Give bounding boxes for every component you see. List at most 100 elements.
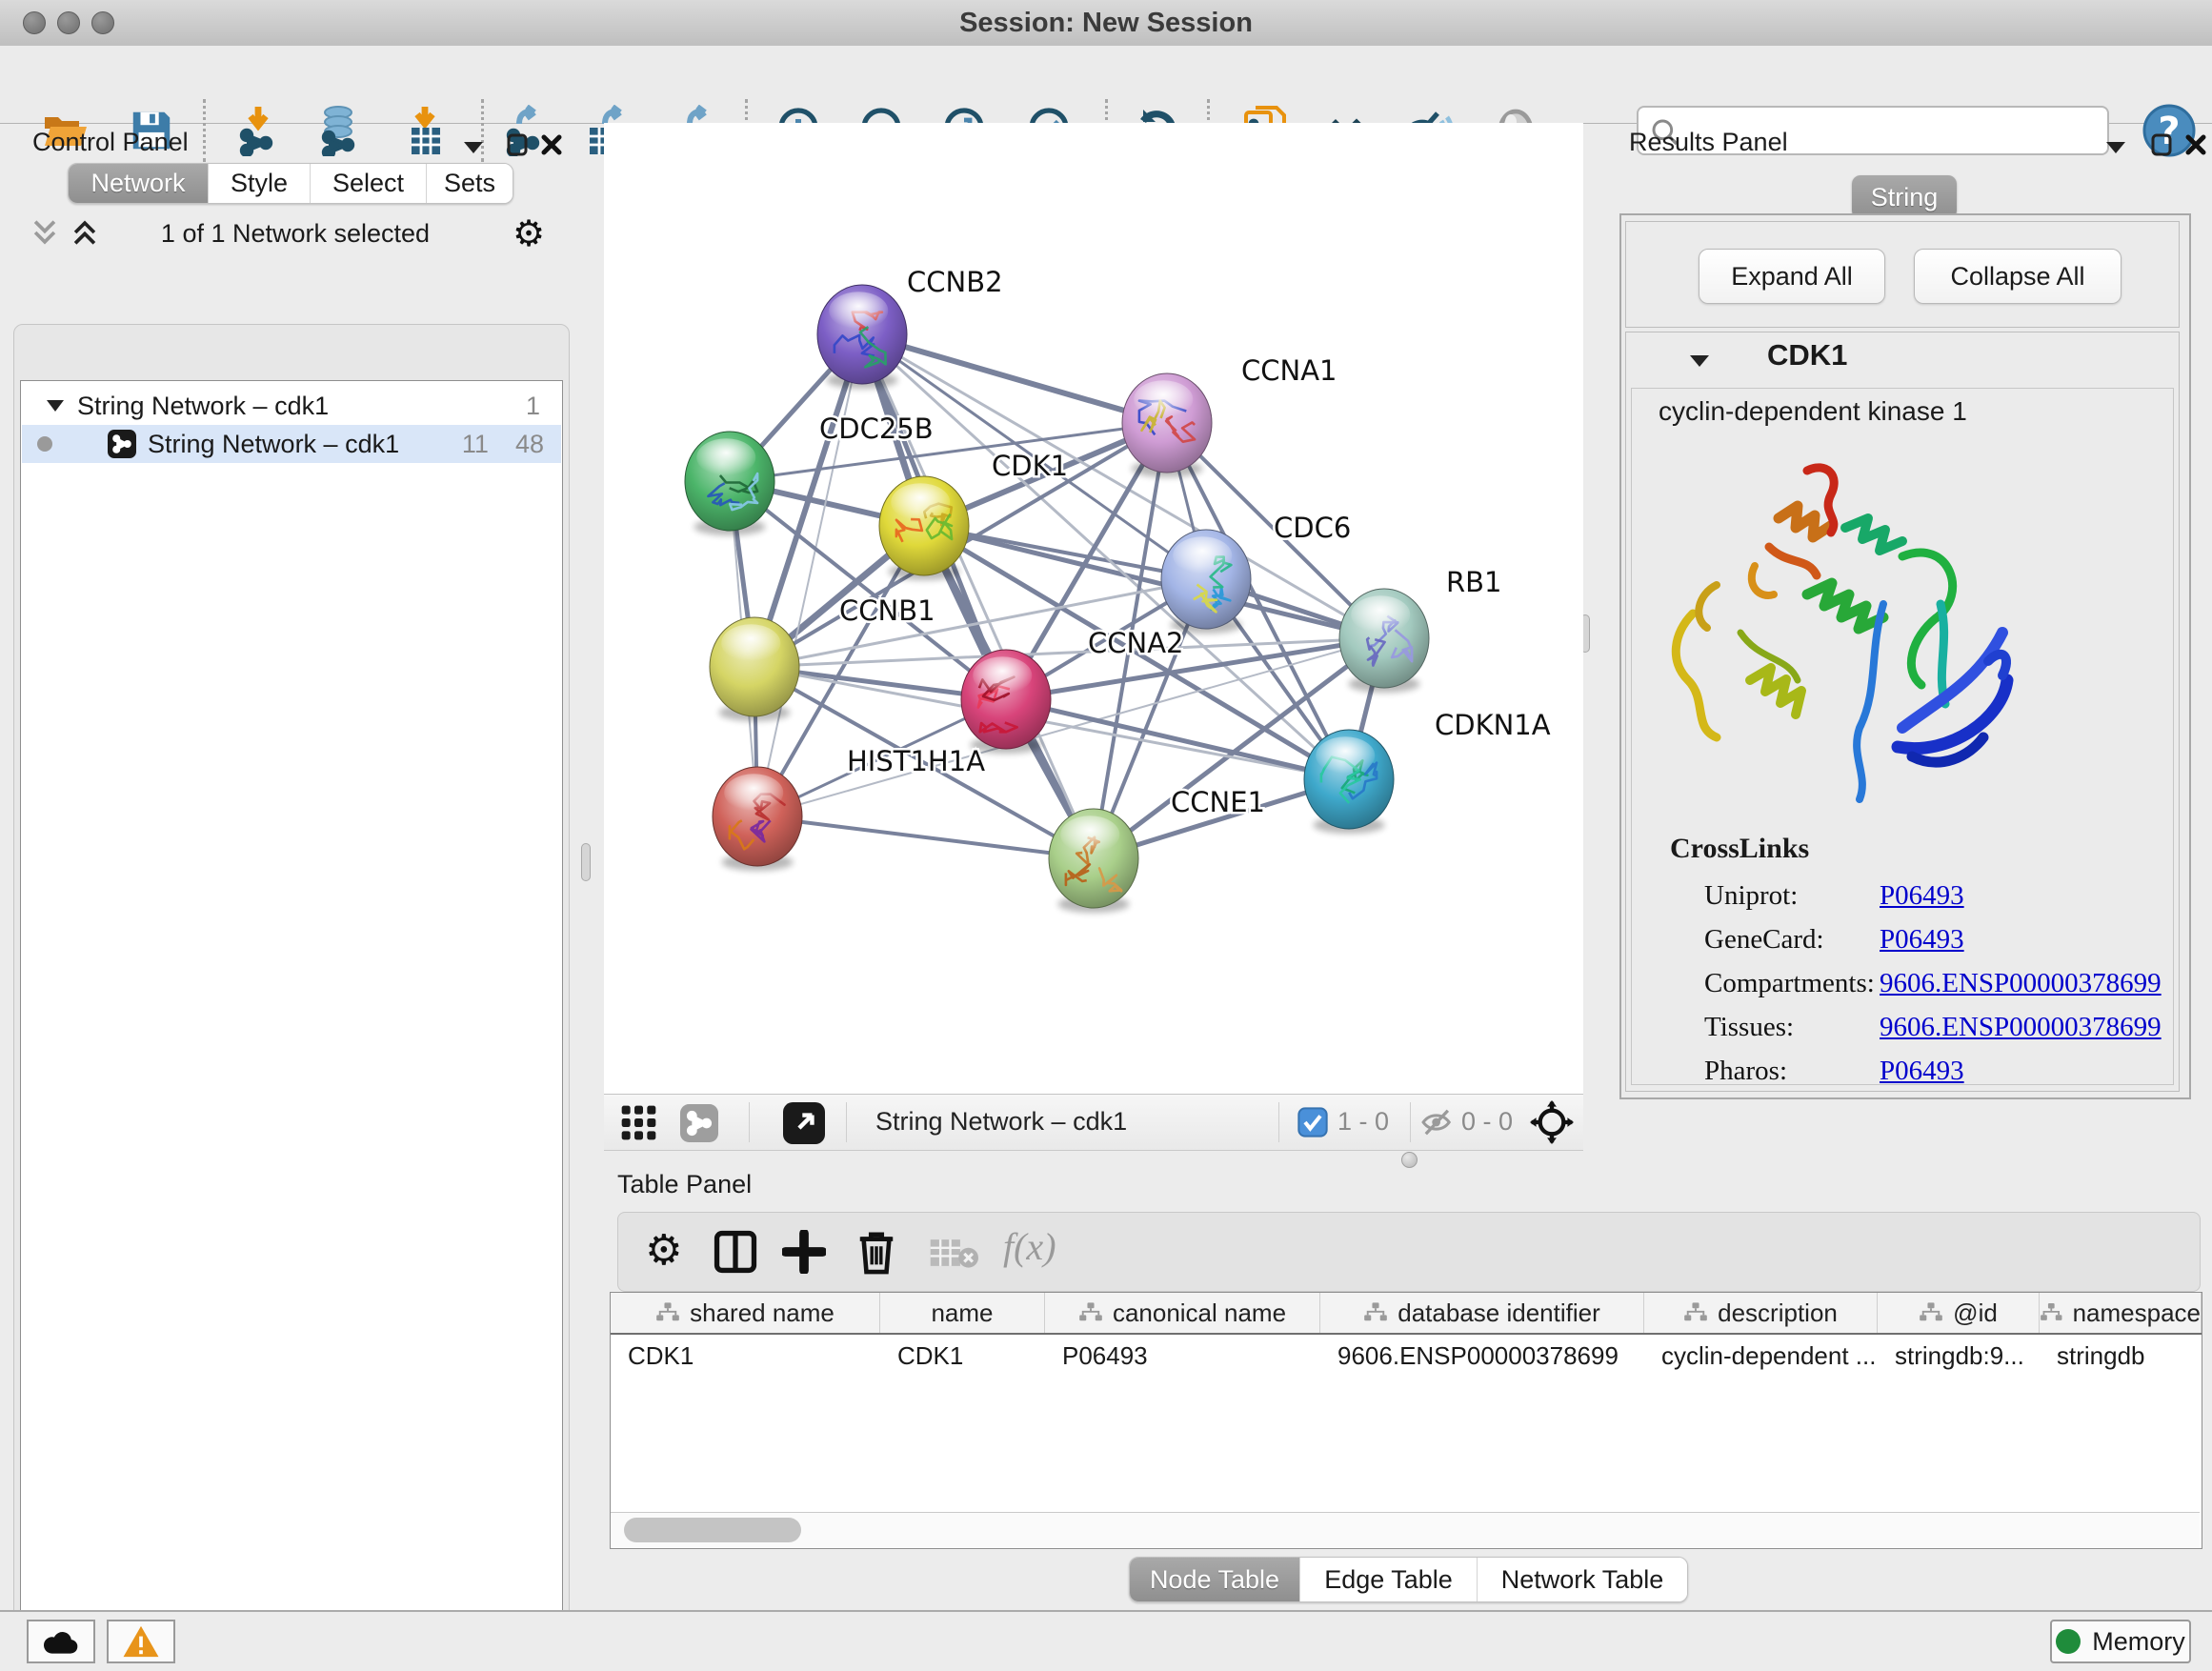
svg-text:HIST1H1A: HIST1H1A [847,745,985,777]
network-node-CDKN1A[interactable] [1304,730,1394,834]
tab-node-table[interactable]: Node Table [1130,1558,1300,1601]
panel-float-icon[interactable] [505,132,530,157]
delete-column-icon[interactable] [855,1228,898,1276]
string-network-icon [108,430,136,458]
left-splitter-handle[interactable] [581,843,591,881]
panel-float-icon[interactable] [2149,132,2174,157]
tab-sets[interactable]: Sets [427,164,513,203]
window-title: Session: New Session [0,0,2212,46]
column-header-namespace[interactable]: namespace [2040,1293,2202,1333]
crosslink-value-link[interactable]: P06493 [1880,880,1964,912]
column-type-icon [1683,1301,1708,1324]
status-separator [846,1102,847,1142]
column-header-@id[interactable]: @id [1878,1293,2040,1333]
network-collection-row[interactable]: String Network – cdk1 1 [22,387,561,425]
column-header-description[interactable]: description [1644,1293,1878,1333]
column-header-database-identifier[interactable]: database identifier [1320,1293,1644,1333]
network-node-CCNB1[interactable] [710,617,799,721]
current-network-label: String Network – cdk1 [875,1107,1127,1137]
column-header-canonical-name[interactable]: canonical name [1045,1293,1320,1333]
table-cell[interactable]: stringdb [2040,1335,2202,1377]
table-row[interactable]: CDK1CDK1P064939606.ENSP00000378699cyclin… [611,1335,2202,1377]
column-type-icon [2040,1301,2063,1324]
tab-network[interactable]: Network [69,164,209,203]
panel-menu-icon[interactable] [461,138,486,155]
cytoscape-window: Session: New Session [0,0,2212,1671]
network-node-count: 11 [462,430,489,459]
function-builder-icon[interactable]: f(x) [1003,1224,1056,1269]
column-header-name[interactable]: name [880,1293,1045,1333]
panel-close-icon[interactable] [539,132,564,157]
column-label: @id [1953,1299,1998,1328]
warning-status-button[interactable] [107,1620,175,1663]
network-node-CDC6[interactable] [1161,530,1251,634]
table-h-scrollbar[interactable] [611,1512,2200,1547]
expand-all-button[interactable]: Expand All [1699,249,1885,304]
cdk1-expander-icon[interactable] [1687,352,1712,369]
results-panel-title: Results Panel [1629,128,1788,157]
network-node-CCNE1[interactable] [1049,809,1138,913]
svg-text:CDC25B: CDC25B [819,413,934,445]
network-canvas[interactable]: CCNB2CCNA1CDC25BCDK1CDC6RB1CCNB1CCNA2CDK… [604,123,1583,1094]
column-header-shared-name[interactable]: shared name [611,1293,880,1333]
network-node-CCNB2[interactable] [817,285,907,389]
birds-eye-view-icon[interactable] [783,1102,825,1144]
crosslink-row: Compartments:9606.ENSP00000378699 [1632,968,2173,1012]
table-cell[interactable]: CDK1 [611,1335,880,1377]
crosslink-label: Uniprot: [1704,880,1798,912]
expand-all-icon[interactable] [69,216,101,249]
panel-menu-icon[interactable] [2103,138,2128,155]
pan-crosshair-icon[interactable] [1530,1100,1574,1144]
collection-expander-icon[interactable] [45,398,66,413]
network-node-CCNA1[interactable] [1122,373,1212,477]
scrollbar-thumb[interactable] [624,1518,801,1542]
table-cell[interactable]: cyclin-dependent ... [1644,1335,1878,1377]
collapse-all-button[interactable]: Collapse All [1914,249,2122,304]
selected-checkbox-icon[interactable] [1297,1107,1328,1137]
network-node-HIST1H1A[interactable] [713,767,802,871]
crosslink-row: Pharos:P06493 [1632,1056,2173,1099]
add-column-icon[interactable] [782,1230,826,1274]
table-cell[interactable]: stringdb:9... [1878,1335,2040,1377]
crosslink-row: GeneCard: P06493 [1632,924,2173,968]
status-separator [749,1102,750,1142]
collapse-all-icon[interactable] [29,216,61,249]
tab-select[interactable]: Select [311,164,427,203]
tab-style[interactable]: Style [209,164,311,203]
crosslink-label: GeneCard: [1704,924,1824,956]
column-type-icon [1363,1301,1388,1324]
column-type-icon [655,1301,680,1324]
tab-edge-table[interactable]: Edge Table [1300,1558,1478,1601]
table-settings-gear-icon[interactable]: ⚙ [645,1226,682,1275]
network-node-CCNA2[interactable] [961,650,1051,754]
table-cell[interactable]: 9606.ENSP00000378699 [1320,1335,1644,1377]
results-button-strip: Expand All Collapse All [1625,221,2180,328]
network-options-gear-icon[interactable]: ⚙ [513,212,545,254]
table-cell[interactable]: P06493 [1045,1335,1320,1377]
crosslink-value-link[interactable]: 9606.ENSP00000378699 [1880,1012,2162,1043]
grid-view-icon[interactable] [620,1104,658,1142]
crosslink-row: Tissues:9606.ENSP00000378699 [1632,1012,2173,1056]
column-label: description [1718,1299,1838,1328]
svg-text:CDC6: CDC6 [1274,512,1351,544]
svg-text:CDKN1A: CDKN1A [1435,709,1551,741]
memory-button[interactable]: Memory [2050,1620,2191,1663]
cdk1-details: cyclin-dependent kinase 1 [1631,388,2174,1085]
column-layout-icon[interactable] [714,1230,757,1274]
cloud-status-button[interactable] [27,1620,95,1663]
network-node-RB1[interactable] [1339,589,1429,693]
column-label: canonical name [1113,1299,1286,1328]
crosslink-value-link[interactable]: P06493 [1880,924,1964,956]
tab-network-table[interactable]: Network Table [1478,1558,1687,1601]
network-row-selected[interactable]: String Network – cdk1 11 48 [22,425,561,463]
table-cell[interactable]: CDK1 [880,1335,1045,1377]
svg-text:CCNA2: CCNA2 [1088,627,1183,659]
delete-table-icon[interactable] [929,1236,978,1270]
string-results-container: Expand All Collapse All CDK1 cyclin-depe… [1619,213,2191,1099]
crosslink-value-link[interactable]: 9606.ENSP00000378699 [1880,968,2162,999]
panel-close-icon[interactable] [2183,132,2208,157]
network-view-mode-icon[interactable] [680,1104,718,1142]
network-view-toolbar: String Network – cdk1 1 - 0 0 - 0 [604,1094,1583,1151]
crosslink-value-link[interactable]: P06493 [1880,1056,1964,1087]
network-node-CDC25B[interactable] [685,432,774,535]
